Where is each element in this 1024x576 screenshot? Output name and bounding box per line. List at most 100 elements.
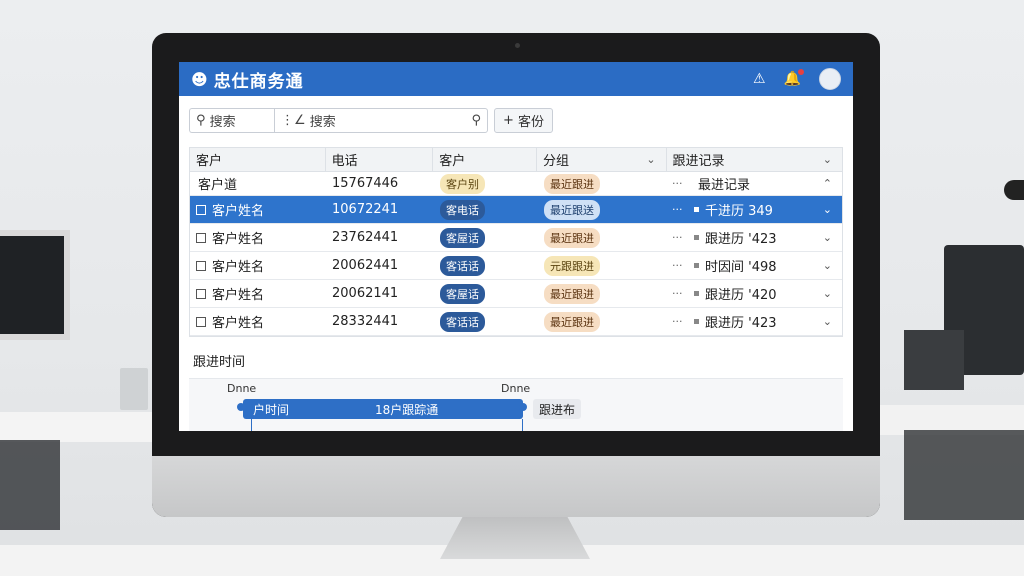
table-row[interactable]: 客户姓名 10672241 客电话 最近跟送 ··· 千进历 349 ⌄: [190, 196, 842, 224]
column-header[interactable]: 跟进记录 ⌄: [667, 148, 842, 171]
more-icon[interactable]: ···: [668, 287, 694, 300]
alert-icon[interactable]: ⚠: [753, 71, 766, 87]
followup-text: 时因间 '498: [705, 260, 777, 275]
status-badge: 客话话: [440, 255, 485, 276]
add-button-label: 客份: [518, 115, 545, 130]
status-badge: 客屋话: [440, 227, 485, 248]
pen-cup: [120, 368, 148, 410]
timeline-label: Dnne: [501, 382, 531, 395]
search-icon[interactable]: ⚲: [471, 113, 481, 128]
table-row[interactable]: 客户道 15767446 客户别 最近跟进 ··· 最进记录 ⌃: [190, 172, 842, 196]
background-monitor: [904, 330, 964, 390]
bullet-icon: [694, 207, 699, 212]
chevron-down-icon[interactable]: ⌄: [823, 153, 832, 166]
filter-icon: ⋮∠: [281, 113, 306, 128]
more-icon[interactable]: ···: [668, 177, 694, 190]
more-icon[interactable]: ···: [668, 203, 694, 216]
search-label: 搜索: [309, 115, 336, 130]
followup-text: 千进历 349: [705, 204, 773, 219]
customer-table: 客户 电话 客户 分组 ⌄ 跟进记录 ⌄ 客户道 15767446 客户别 最近跟进…: [189, 147, 843, 337]
search-label: 搜索: [209, 115, 236, 130]
webcam: [515, 43, 520, 48]
followup-text: 跟进历 '420: [705, 288, 777, 303]
avatar[interactable]: [819, 68, 841, 90]
timeline-bar-label: 户时间: [253, 402, 290, 417]
timeline-bar[interactable]: 户时间 18户跟踪通: [243, 399, 523, 419]
app-window: ☻ 忠仕商务通 ⚠ 🔔 ⚲ 搜索 ⋮∠ 搜索 ⚲ + 客份 客户 电话 客户 分…: [179, 62, 853, 431]
chevron-down-icon[interactable]: ⌄: [823, 231, 832, 244]
bullet-icon: [694, 319, 699, 324]
more-icon[interactable]: ···: [668, 231, 694, 244]
group-badge: 最近跟进: [544, 283, 600, 304]
background-lamp: [1004, 180, 1024, 200]
search-input-secondary[interactable]: ⋮∠ 搜索 ⚲: [274, 108, 488, 133]
group-badge: 最近跟进: [544, 227, 600, 248]
customer-name: 客户道: [198, 178, 238, 193]
timeline-bar-label: 18户跟踪通: [375, 402, 439, 417]
chevron-down-icon[interactable]: ⌄: [823, 259, 832, 272]
row-checkbox[interactable]: [196, 204, 206, 215]
group-badge: 最近跟送: [544, 199, 600, 220]
bullet-icon: [694, 235, 699, 240]
more-icon[interactable]: ···: [668, 315, 694, 328]
customer-phone: 15767446: [332, 176, 399, 191]
search-input[interactable]: ⚲ 搜索: [189, 108, 275, 133]
bullet-icon: [694, 291, 699, 296]
background-chair: [904, 430, 1024, 520]
table-row[interactable]: 客户姓名 20062441 客话话 元跟跟进 ··· 时因间 '498 ⌄: [190, 252, 842, 280]
table-header: 客户 电话 客户 分组 ⌄ 跟进记录 ⌄: [190, 148, 842, 172]
notification-dot: [798, 69, 804, 75]
group-badge: 最近跟进: [544, 311, 600, 332]
customer-name: 客户姓名: [212, 232, 265, 247]
chevron-down-icon[interactable]: ⌄: [823, 315, 832, 328]
status-badge: 客电话: [440, 199, 485, 220]
customer-phone: 20062141: [332, 286, 399, 301]
row-checkbox[interactable]: [196, 260, 206, 271]
followup-button[interactable]: 跟进布: [533, 399, 582, 419]
customer-name: 客户姓名: [212, 204, 265, 219]
add-customer-button[interactable]: + 客份: [494, 108, 554, 133]
more-icon[interactable]: ···: [668, 259, 694, 272]
column-header[interactable]: 分组 ⌄: [537, 148, 667, 171]
column-header[interactable]: 客户: [433, 148, 537, 171]
customer-phone: 10672241: [332, 202, 399, 217]
background-chair: [0, 440, 60, 530]
timeline-bracket: [251, 419, 523, 431]
row-checkbox[interactable]: [196, 316, 206, 327]
search-row: ⚲ 搜索 ⋮∠ 搜索 ⚲ + 客份: [179, 96, 853, 141]
column-header[interactable]: 客户: [190, 148, 326, 171]
background-desk: [0, 412, 160, 442]
chevron-down-icon[interactable]: ⌄: [823, 287, 832, 300]
customer-phone: 20062441: [332, 258, 399, 273]
background-monitor: [0, 230, 70, 340]
customer-phone: 23762441: [332, 230, 399, 245]
customer-name: 客户姓名: [212, 260, 265, 275]
column-header[interactable]: 电话: [326, 148, 434, 171]
row-checkbox[interactable]: [196, 232, 206, 243]
row-checkbox[interactable]: [196, 288, 206, 299]
chevron-up-icon[interactable]: ⌃: [823, 177, 832, 190]
timeline-handle[interactable]: [519, 403, 527, 411]
chevron-down-icon[interactable]: ⌄: [646, 153, 655, 166]
group-badge: 元跟跟进: [544, 255, 600, 276]
status-badge: 客户别: [440, 173, 485, 194]
table-row[interactable]: 客户姓名 20062141 客屋话 最近跟进 ··· 跟进历 '420 ⌄: [190, 280, 842, 308]
monitor-chin: [152, 456, 880, 517]
plus-icon: +: [503, 113, 514, 128]
table-row[interactable]: 客户姓名 28332441 客话话 最近跟进 ··· 跟进历 '423 ⌄: [190, 308, 842, 336]
status-badge: 客屋话: [440, 283, 485, 304]
status-badge: 客话话: [440, 311, 485, 332]
bell-icon[interactable]: 🔔: [784, 69, 804, 87]
bullet-icon: [694, 263, 699, 268]
monitor-stand: [440, 517, 590, 559]
timeline-label: Dnne: [227, 382, 257, 395]
app-title: 忠仕商务通: [213, 71, 304, 92]
customer-phone: 28332441: [332, 314, 399, 329]
search-icon: ⚲: [196, 113, 206, 128]
followup-text: 最进记录: [698, 178, 751, 193]
followup-timeline: Dnne Dnne 户时间 18户跟踪通 跟进布: [189, 378, 843, 431]
followup-text: 跟进历 '423: [705, 316, 777, 331]
table-row[interactable]: 客户姓名 23762441 客屋话 最近跟进 ··· 跟进历 '423 ⌄: [190, 224, 842, 252]
chevron-down-icon[interactable]: ⌄: [823, 203, 832, 216]
followup-text: 跟进历 '423: [705, 232, 777, 247]
